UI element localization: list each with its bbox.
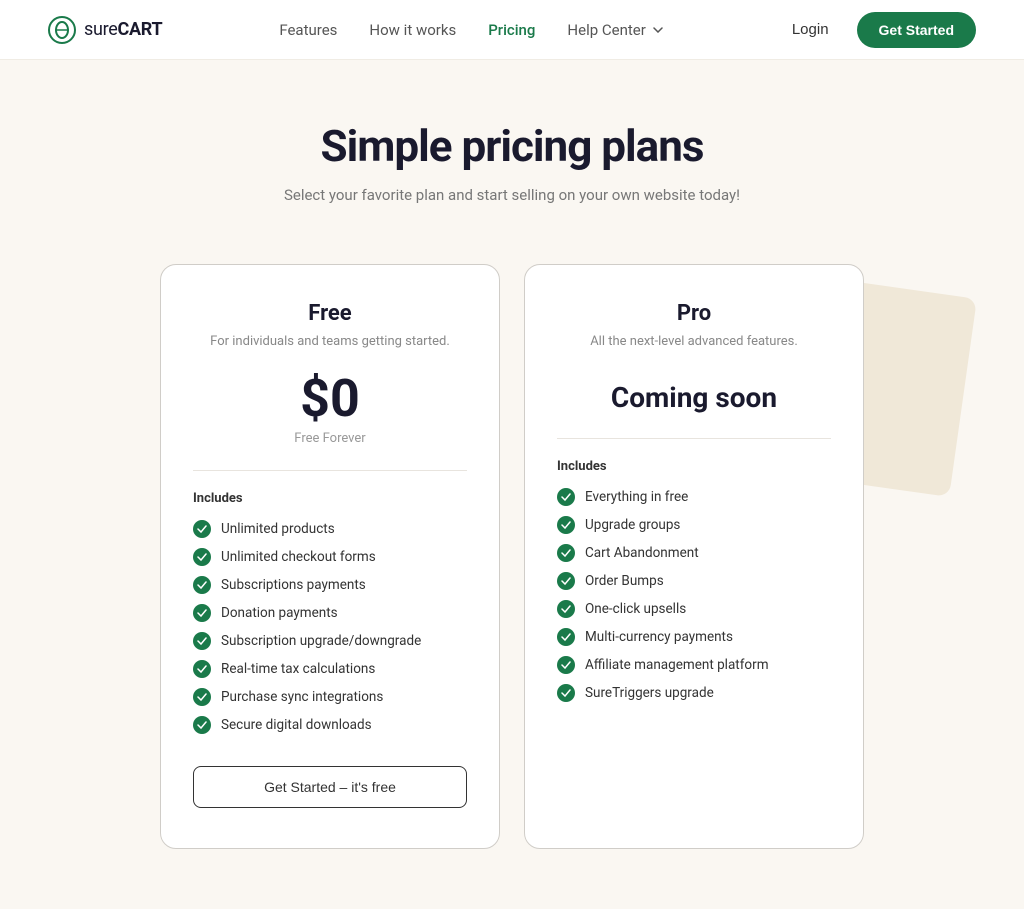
check-icon bbox=[557, 544, 575, 562]
list-item: Cart Abandonment bbox=[557, 544, 831, 562]
free-plan-card: Free For individuals and teams getting s… bbox=[160, 264, 500, 849]
list-item: Subscriptions payments bbox=[193, 576, 467, 594]
pro-features-list: Everything in free Upgrade groups Cart A… bbox=[557, 488, 831, 702]
check-icon bbox=[557, 628, 575, 646]
nav-item-features[interactable]: Features bbox=[279, 20, 337, 39]
pricing-section: Free For individuals and teams getting s… bbox=[0, 244, 1024, 909]
list-item: Real-time tax calculations bbox=[193, 660, 467, 678]
check-icon bbox=[557, 600, 575, 618]
list-item: Affiliate management platform bbox=[557, 656, 831, 674]
pro-plan-card: Pro All the next-level advanced features… bbox=[524, 264, 864, 849]
check-icon bbox=[193, 716, 211, 734]
page-title: Simple pricing plans bbox=[20, 120, 1004, 172]
pro-plan-title: Pro bbox=[557, 301, 831, 326]
check-icon bbox=[193, 520, 211, 538]
coming-soon-label: Coming soon bbox=[557, 381, 831, 414]
list-item: Secure digital downloads bbox=[193, 716, 467, 734]
check-icon bbox=[193, 604, 211, 622]
navigation: sureCART Features How it works Pricing H… bbox=[0, 0, 1024, 60]
check-icon bbox=[557, 656, 575, 674]
nav-links: Features How it works Pricing Help Cente… bbox=[279, 20, 662, 39]
check-icon bbox=[193, 632, 211, 650]
list-item: One-click upsells bbox=[557, 600, 831, 618]
check-icon bbox=[557, 572, 575, 590]
nav-item-howitworks[interactable]: How it works bbox=[369, 20, 456, 39]
hero-subtitle: Select your favorite plan and start sell… bbox=[20, 186, 1004, 204]
pro-includes-label: Includes bbox=[557, 459, 831, 474]
check-icon bbox=[193, 688, 211, 706]
list-item: Order Bumps bbox=[557, 572, 831, 590]
list-item: Multi-currency payments bbox=[557, 628, 831, 646]
check-icon bbox=[557, 516, 575, 534]
list-item: Unlimited checkout forms bbox=[193, 548, 467, 566]
logo-text: sureCART bbox=[84, 19, 162, 40]
divider bbox=[557, 438, 831, 439]
list-item: Upgrade groups bbox=[557, 516, 831, 534]
check-icon bbox=[193, 660, 211, 678]
free-features-list: Unlimited products Unlimited checkout fo… bbox=[193, 520, 467, 734]
divider bbox=[193, 470, 467, 471]
login-button[interactable]: Login bbox=[780, 13, 841, 46]
hero-section: Simple pricing plans Select your favorit… bbox=[0, 60, 1024, 244]
free-plan-cta-button[interactable]: Get Started – it's free bbox=[193, 766, 467, 808]
nav-right: Login Get Started bbox=[780, 12, 976, 48]
free-plan-title: Free bbox=[193, 301, 467, 326]
surecart-logo-icon bbox=[48, 16, 76, 44]
free-plan-price: $0 bbox=[300, 368, 360, 429]
list-item: Everything in free bbox=[557, 488, 831, 506]
free-plan-price-label: Free Forever bbox=[193, 431, 467, 446]
nav-get-started-button[interactable]: Get Started bbox=[857, 12, 976, 48]
free-plan-subtitle: For individuals and teams getting starte… bbox=[193, 334, 467, 349]
free-includes-label: Includes bbox=[193, 491, 467, 506]
list-item: Purchase sync integrations bbox=[193, 688, 467, 706]
nav-item-pricing[interactable]: Pricing bbox=[488, 20, 535, 39]
list-item: Donation payments bbox=[193, 604, 467, 622]
nav-item-helpcenter[interactable]: Help Center bbox=[567, 21, 662, 39]
check-icon bbox=[193, 548, 211, 566]
logo[interactable]: sureCART bbox=[48, 16, 162, 44]
check-icon bbox=[557, 488, 575, 506]
list-item: Subscription upgrade/downgrade bbox=[193, 632, 467, 650]
check-icon bbox=[193, 576, 211, 594]
pro-plan-subtitle: All the next-level advanced features. bbox=[557, 334, 831, 349]
list-item: Unlimited products bbox=[193, 520, 467, 538]
free-plan-price-block: $0 bbox=[193, 373, 467, 425]
chevron-down-icon bbox=[653, 27, 663, 33]
